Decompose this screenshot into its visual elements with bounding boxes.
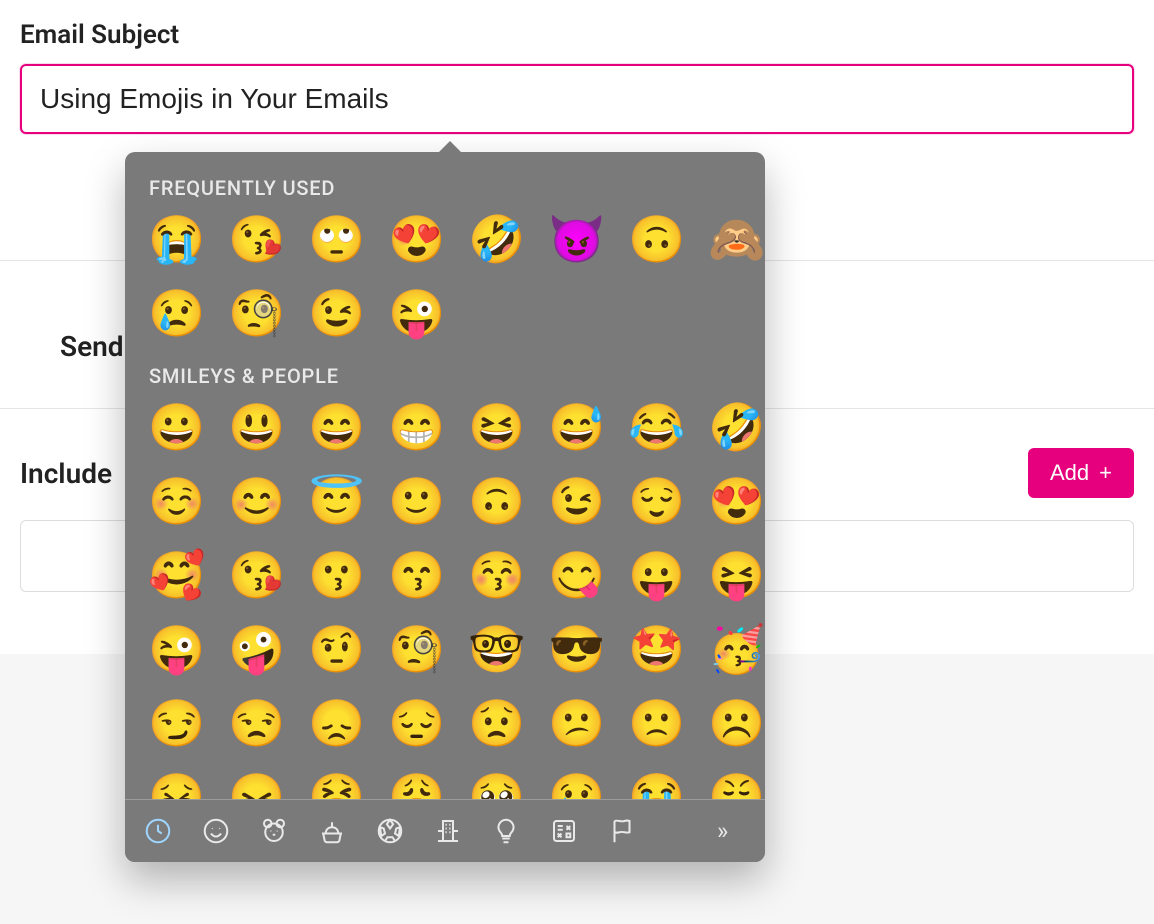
emoji-item[interactable]: 😞 <box>309 696 365 752</box>
emoji-item[interactable]: 😭 <box>629 770 685 799</box>
emoji-item[interactable]: ☹️ <box>709 696 765 752</box>
subject-label: Email Subject <box>20 20 1134 50</box>
emoji-item[interactable]: 😤 <box>709 770 765 799</box>
emoji-picker-caret <box>436 141 464 155</box>
emoji-item[interactable]: 😩 <box>389 770 445 799</box>
emoji-item[interactable]: 😛 <box>629 548 685 604</box>
include-section-label: Include <box>20 457 112 490</box>
emoji-item[interactable]: 🥺 <box>469 770 525 799</box>
bear-icon[interactable] <box>259 816 289 846</box>
emoji-item[interactable]: 🙁 <box>629 696 685 752</box>
emoji-item[interactable]: 😔 <box>389 696 445 752</box>
emoji-item[interactable]: 😆 <box>469 400 525 456</box>
emoji-item[interactable]: 😝 <box>709 548 765 604</box>
emoji-item[interactable]: 🤣 <box>469 212 525 268</box>
emoji-item[interactable]: 😅 <box>549 400 605 456</box>
bulb-icon[interactable] <box>491 816 521 846</box>
emoji-item[interactable]: 😫 <box>309 770 365 799</box>
emoji-item[interactable]: 😙 <box>389 548 445 604</box>
emoji-item[interactable]: 🤨 <box>309 622 365 678</box>
emoji-item[interactable]: 😀 <box>149 400 205 456</box>
emoji-picker-scroll[interactable]: FREQUENTLY USED 😭 😘 🙄 😍 🤣 😈 🙃 🙈 😢 🧐 😉 😜 SMILEYS & P… <box>125 152 765 799</box>
emoji-item[interactable]: 🙈 <box>709 212 765 268</box>
emoji-item[interactable]: 😈 <box>549 212 605 268</box>
emoji-item[interactable]: 😏 <box>149 696 205 752</box>
emoji-item[interactable]: 😢 <box>549 770 605 799</box>
symbols-icon[interactable] <box>549 816 579 846</box>
emoji-item[interactable]: 🥳 <box>709 622 765 678</box>
emoji-item[interactable]: 🤣 <box>709 400 765 456</box>
emoji-item[interactable]: 😁 <box>389 400 445 456</box>
emoji-item[interactable]: 🙃 <box>469 474 525 530</box>
emoji-item[interactable]: 🙄 <box>309 212 365 268</box>
emoji-item[interactable]: 😜 <box>389 286 445 342</box>
emoji-item[interactable]: 😘 <box>229 212 285 268</box>
building-icon[interactable] <box>433 816 463 846</box>
emoji-item[interactable]: 😉 <box>309 286 365 342</box>
emoji-section-title-smileys: SMILEYS & PEOPLE <box>149 364 745 388</box>
emoji-item[interactable]: ☺️ <box>149 474 205 530</box>
smiley-icon[interactable] <box>201 816 231 846</box>
emoji-item[interactable]: 😌 <box>629 474 685 530</box>
emoji-item[interactable]: 🧐 <box>389 622 445 678</box>
plus-icon: + <box>1099 462 1112 484</box>
emoji-picker: FREQUENTLY USED 😭 😘 🙄 😍 🤣 😈 🙃 🙈 😢 🧐 😉 😜 SMILEYS & P… <box>125 152 765 862</box>
emoji-picker-footer: » <box>125 799 765 862</box>
emoji-item[interactable]: 😇 <box>309 474 365 530</box>
emoji-item[interactable]: 😒 <box>229 696 285 752</box>
emoji-category-tabs <box>143 816 637 846</box>
emoji-item[interactable]: 😣 <box>149 770 205 799</box>
emoji-item[interactable]: 😃 <box>229 400 285 456</box>
emoji-item[interactable]: 😂 <box>629 400 685 456</box>
emoji-item[interactable]: 😘 <box>229 548 285 604</box>
flag-icon[interactable] <box>607 816 637 846</box>
more-icon[interactable]: » <box>717 816 747 846</box>
emoji-item[interactable]: 😚 <box>469 548 525 604</box>
emoji-item[interactable]: 😕 <box>549 696 605 752</box>
emoji-item[interactable]: 🥰 <box>149 548 205 604</box>
emoji-item[interactable]: 😖 <box>229 770 285 799</box>
add-button[interactable]: Add + <box>1028 448 1134 498</box>
emoji-grid-frequent: 😭😘🙄😍🤣😈🙃🙈😢🧐😉😜 <box>149 212 745 342</box>
emoji-item[interactable]: 😊 <box>229 474 285 530</box>
emoji-item[interactable]: 🤩 <box>629 622 685 678</box>
clock-icon[interactable] <box>143 816 173 846</box>
emoji-section-title-frequent: FREQUENTLY USED <box>149 176 745 200</box>
subject-input[interactable] <box>20 64 1134 134</box>
add-button-label: Add <box>1050 460 1089 486</box>
food-icon[interactable] <box>317 816 347 846</box>
emoji-item[interactable]: 🧐 <box>229 286 285 342</box>
soccer-icon[interactable] <box>375 816 405 846</box>
emoji-item[interactable]: 🙂 <box>389 474 445 530</box>
emoji-item[interactable]: 😋 <box>549 548 605 604</box>
emoji-item[interactable]: 😍 <box>389 212 445 268</box>
emoji-item[interactable]: 😍 <box>709 474 765 530</box>
emoji-item[interactable]: 😟 <box>469 696 525 752</box>
emoji-item[interactable]: 😎 <box>549 622 605 678</box>
emoji-item[interactable]: 😄 <box>309 400 365 456</box>
emoji-item[interactable]: 😭 <box>149 212 205 268</box>
emoji-item[interactable]: 🙃 <box>629 212 685 268</box>
emoji-item[interactable]: 😜 <box>149 622 205 678</box>
emoji-item[interactable]: 🤓 <box>469 622 525 678</box>
emoji-item[interactable]: 😉 <box>549 474 605 530</box>
emoji-item[interactable]: 🤪 <box>229 622 285 678</box>
emoji-item[interactable]: 😢 <box>149 286 205 342</box>
send-section-label: Send <box>60 330 124 363</box>
emoji-grid-smileys: 😀😃😄😁😆😅😂🤣☺️😊😇🙂🙃😉😌😍🥰😘😗😙😚😋😛😝😜🤪🤨🧐🤓😎🤩🥳😏😒😞😔😟😕🙁… <box>149 400 745 799</box>
emoji-item[interactable]: 😗 <box>309 548 365 604</box>
